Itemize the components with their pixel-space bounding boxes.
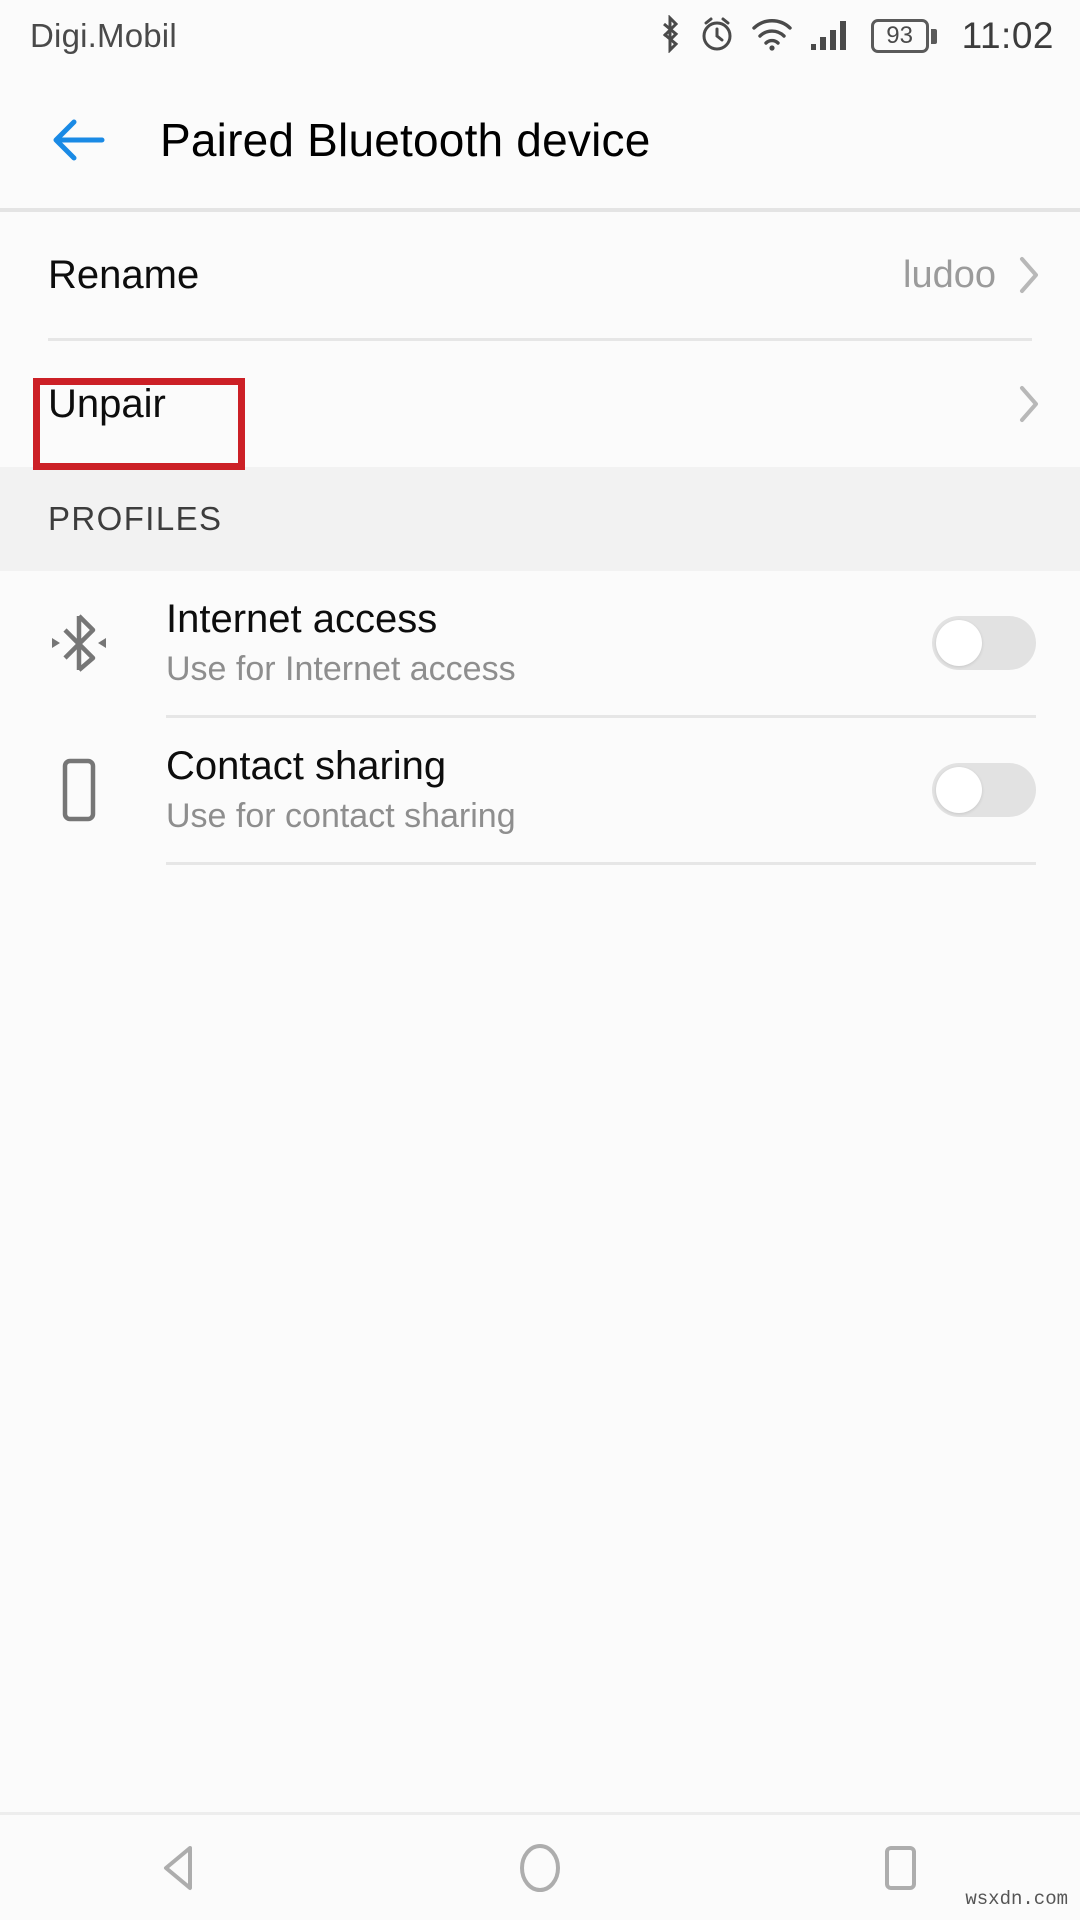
wifi-icon <box>751 17 793 56</box>
profile-title: Internet access <box>166 597 438 641</box>
page-title: Paired Bluetooth device <box>160 114 651 166</box>
section-profiles: PROFILES <box>0 467 1080 571</box>
square-recents-icon[interactable] <box>820 1814 980 1920</box>
rename-value: ludoo <box>903 253 996 296</box>
bluetooth-icon <box>657 13 683 58</box>
phone-screen: Digi.Mobil 93 11:02 Paired Bluetooth dev… <box>0 0 1080 1920</box>
bluetooth-tethering-icon <box>48 606 166 680</box>
profile-row-contact-sharing[interactable]: Contact sharing Use for contact sharing <box>0 718 1080 862</box>
app-header: Paired Bluetooth device <box>0 72 1080 208</box>
cellular-signal-icon <box>810 17 854 56</box>
section-title: PROFILES <box>48 500 223 537</box>
status-icons: 93 11:02 <box>657 13 1054 58</box>
profile-row-internet-access[interactable]: Internet access Use for Internet access <box>0 571 1080 715</box>
status-bar: Digi.Mobil 93 11:02 <box>0 0 1080 72</box>
profile-subtitle: Use for contact sharing <box>166 797 516 835</box>
profile-title: Contact sharing <box>166 744 447 788</box>
toggle-contact-sharing[interactable] <box>932 763 1036 817</box>
toggle-internet-access[interactable] <box>932 616 1036 670</box>
chevron-right-icon <box>1018 384 1040 424</box>
chevron-right-icon <box>1018 255 1040 295</box>
arrow-left-icon[interactable] <box>46 108 110 172</box>
toggle-knob <box>936 767 982 813</box>
phone-icon <box>48 753 166 827</box>
carrier-label: Digi.Mobil <box>30 17 177 54</box>
profile-divider <box>166 862 1036 865</box>
profile-text: Contact sharing Use for contact sharing <box>166 744 516 836</box>
profile-text: Internet access Use for Internet access <box>166 597 516 689</box>
battery-icon: 93 <box>870 19 937 53</box>
system-nav-bar <box>0 1812 1080 1920</box>
clock-label: 11:02 <box>961 15 1054 56</box>
watermark-label: wsxdn.com <box>965 1888 1068 1910</box>
row-rename[interactable]: Rename ludoo <box>0 212 1080 338</box>
settings-list: Rename ludoo Unpair <box>0 212 1080 467</box>
alarm-icon <box>700 16 734 57</box>
battery-percent: 93 <box>886 22 913 49</box>
unpair-label: Unpair <box>48 381 166 426</box>
rename-label: Rename <box>48 252 200 297</box>
circle-home-icon[interactable] <box>460 1814 620 1920</box>
profile-subtitle: Use for Internet access <box>166 650 516 688</box>
toggle-knob <box>936 620 982 666</box>
triangle-back-icon[interactable] <box>100 1814 260 1920</box>
row-unpair[interactable]: Unpair <box>0 341 1080 467</box>
